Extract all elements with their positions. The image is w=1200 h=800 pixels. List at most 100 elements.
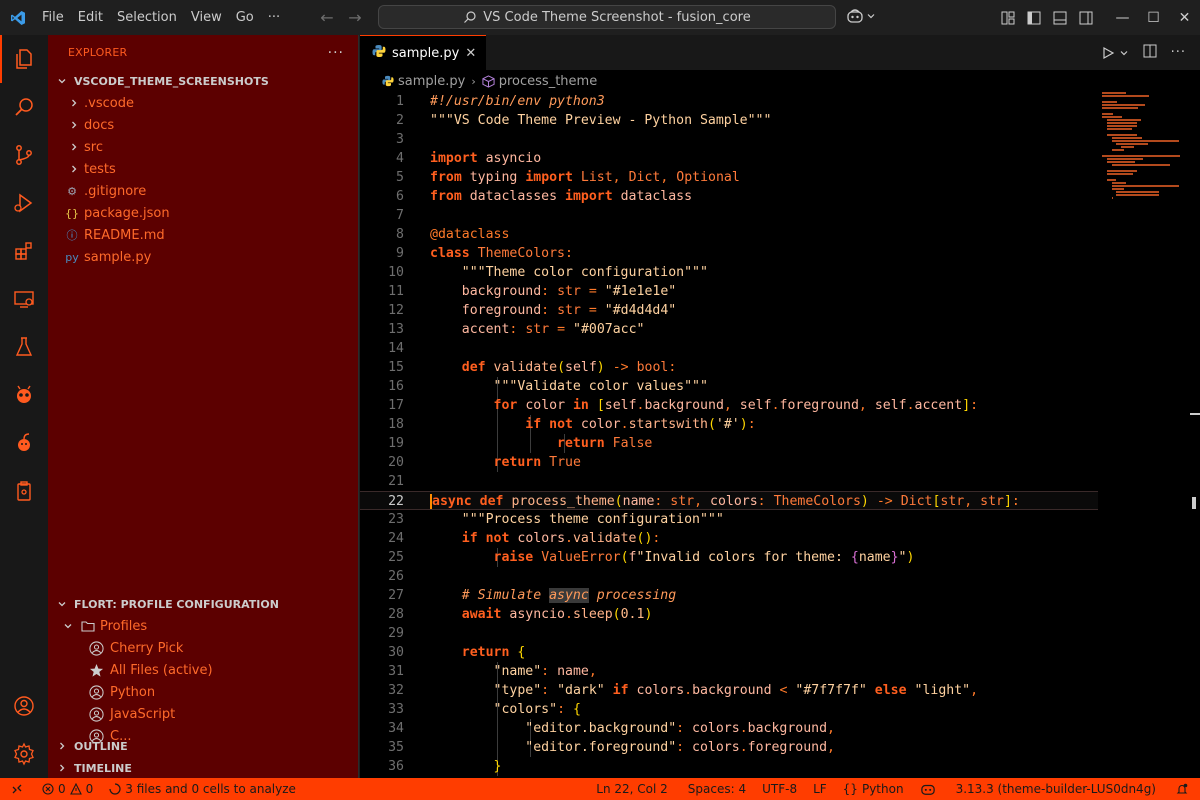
python-interpreter[interactable]: 3.13.3 (theme-builder-LUS0dn4g) <box>944 778 1164 800</box>
code-line[interactable]: 24 if not colors.validate(): <box>360 529 1200 548</box>
explorer-file[interactable]: py sample.py <box>48 246 358 268</box>
code-line[interactable]: 31 "name": name, <box>360 662 1200 681</box>
notifications-bell-icon[interactable] <box>1164 778 1200 800</box>
cursor-position[interactable]: Ln 22, Col 2 <box>588 778 676 800</box>
code-line[interactable]: 11 background: str = "#1e1e1e" <box>360 282 1200 301</box>
code-line[interactable]: 27 # Simulate async processing <box>360 586 1200 605</box>
code-line[interactable]: 14 <box>360 339 1200 358</box>
profile-item[interactable]: All Files (active) <box>48 659 359 681</box>
split-editor-icon[interactable] <box>1143 44 1157 62</box>
problems-indicator[interactable]: 0 0 <box>34 778 101 800</box>
menu-file[interactable]: File <box>35 0 71 35</box>
code-line[interactable]: 8 @dataclass <box>360 225 1200 244</box>
copilot-status-icon[interactable] <box>912 778 944 800</box>
code-line[interactable]: 35 "editor.foreground": colors.foregroun… <box>360 738 1200 757</box>
source-control-icon[interactable] <box>0 131 48 179</box>
accounts-icon[interactable] <box>0 682 48 730</box>
more-actions-icon[interactable]: ··· <box>1171 45 1186 60</box>
indentation[interactable]: Spaces: 4 <box>676 778 754 800</box>
code-line[interactable]: 9 class ThemeColors: <box>360 244 1200 263</box>
analysis-status[interactable]: 3 files and 0 cells to analyze <box>101 778 304 800</box>
menu-edit[interactable]: Edit <box>71 0 110 35</box>
tab-close-icon[interactable]: ✕ <box>465 46 476 61</box>
clipboard-icon[interactable] <box>0 467 48 515</box>
profile-item[interactable]: JavaScript <box>48 703 359 725</box>
code-line[interactable]: 10 """Theme color configuration""" <box>360 263 1200 282</box>
testing-flask-icon[interactable] <box>0 323 48 371</box>
command-center-search[interactable]: VS Code Theme Screenshot - fusion_core <box>378 5 836 29</box>
toggle-primary-sidebar-icon[interactable] <box>1021 0 1047 35</box>
menu-more[interactable]: ··· <box>261 0 287 35</box>
encoding[interactable]: UTF-8 <box>754 778 805 800</box>
code-line[interactable]: 7 <box>360 206 1200 225</box>
code-line[interactable]: 29 <box>360 624 1200 643</box>
scrollbar-thumb[interactable] <box>1192 497 1196 509</box>
minimize-icon[interactable]: — <box>1107 0 1138 35</box>
workspace-root[interactable]: VSCODE_THEME_SCREENSHOTS <box>48 70 358 92</box>
code-line[interactable]: 3 <box>360 130 1200 149</box>
toggle-secondary-sidebar-icon[interactable] <box>1073 0 1099 35</box>
alien-extension-icon[interactable] <box>0 371 48 419</box>
outline-section-header[interactable]: OUTLINE <box>48 735 359 757</box>
remote-explorer-icon[interactable] <box>0 275 48 323</box>
menu-view[interactable]: View <box>184 0 229 35</box>
code-line[interactable]: 18 if not color.startswith('#'): <box>360 415 1200 434</box>
code-line[interactable]: 28 await asyncio.sleep(0.1) <box>360 605 1200 624</box>
code-line[interactable]: 26 <box>360 567 1200 586</box>
code-line[interactable]: 32 "type": "dark" if colors.background <… <box>360 681 1200 700</box>
code-line[interactable]: 34 "editor.background": colors.backgroun… <box>360 719 1200 738</box>
code-line[interactable]: 23 """Process theme configuration""" <box>360 510 1200 529</box>
profiles-group[interactable]: Profiles <box>48 615 359 637</box>
settings-gear-icon[interactable] <box>0 730 48 778</box>
code-line[interactable]: 36 } <box>360 757 1200 776</box>
explorer-folder[interactable]: src <box>48 136 358 158</box>
breadcrumb-symbol[interactable]: process_theme <box>499 74 597 89</box>
copilot-button[interactable] <box>846 8 876 24</box>
code-editor[interactable]: 1 #!/usr/bin/env python3 2 """VS Code Theme… <box>360 92 1200 778</box>
menu-selection[interactable]: Selection <box>110 0 184 35</box>
explorer-file[interactable]: ⓘ README.md <box>48 224 358 246</box>
code-line[interactable]: 25 raise ValueError(f"Invalid colors for… <box>360 548 1200 567</box>
code-line[interactable]: 16 """Validate color values""" <box>360 377 1200 396</box>
code-line[interactable]: 17 for color in [self.background, self.f… <box>360 396 1200 415</box>
remote-indicator-icon[interactable] <box>0 778 34 800</box>
breadcrumb-file[interactable]: sample.py <box>398 74 465 89</box>
toggle-panel-icon[interactable] <box>1047 0 1073 35</box>
search-activity-icon[interactable] <box>0 83 48 131</box>
timeline-section-header[interactable]: TIMELINE <box>48 757 359 779</box>
explorer-icon[interactable] <box>0 35 48 83</box>
explorer-folder[interactable]: docs <box>48 114 358 136</box>
code-line[interactable]: 22 async def process_theme(name: str, col… <box>360 491 1098 510</box>
language-mode[interactable]: {} Python <box>835 778 912 800</box>
line-ending[interactable]: LF <box>805 778 835 800</box>
profile-item[interactable]: Cherry Pick <box>48 637 359 659</box>
run-debug-icon[interactable] <box>0 179 48 227</box>
maximize-icon[interactable]: ☐ <box>1138 0 1169 35</box>
tab-sample-py[interactable]: sample.py ✕ <box>360 35 486 70</box>
code-line[interactable]: 12 foreground: str = "#d4d4d4" <box>360 301 1200 320</box>
close-window-icon[interactable]: ✕ <box>1169 0 1200 35</box>
code-line[interactable]: 30 return { <box>360 643 1200 662</box>
forward-arrow-icon[interactable]: → <box>346 8 364 27</box>
code-line[interactable]: 15 def validate(self) -> bool: <box>360 358 1200 377</box>
run-python-button[interactable] <box>1101 46 1129 60</box>
code-line[interactable]: 5 from typing import List, Dict, Optional <box>360 168 1200 187</box>
code-line[interactable]: 13 accent: str = "#007acc" <box>360 320 1200 339</box>
code-line[interactable]: 33 "colors": { <box>360 700 1200 719</box>
back-arrow-icon[interactable]: ← <box>318 8 336 27</box>
code-line[interactable]: 21 <box>360 472 1200 491</box>
minimap[interactable] <box>1102 92 1182 199</box>
explorer-folder[interactable]: tests <box>48 158 358 180</box>
more-actions-button[interactable]: ··· <box>328 45 344 61</box>
profile-section-header[interactable]: FLORT: PROFILE CONFIGURATION <box>48 593 359 615</box>
profile-item[interactable]: Python <box>48 681 359 703</box>
code-line[interactable]: 19 return False <box>360 434 1200 453</box>
code-line[interactable]: 4 import asyncio <box>360 149 1200 168</box>
explorer-folder[interactable]: .vscode <box>48 92 358 114</box>
code-line[interactable]: 20 return True <box>360 453 1200 472</box>
cherry-icon[interactable] <box>0 419 48 467</box>
extensions-icon[interactable] <box>0 227 48 275</box>
code-line[interactable]: 2 """VS Code Theme Preview - Python Sampl… <box>360 111 1200 130</box>
customize-layout-icon[interactable] <box>995 0 1021 35</box>
explorer-file[interactable]: {} package.json <box>48 202 358 224</box>
